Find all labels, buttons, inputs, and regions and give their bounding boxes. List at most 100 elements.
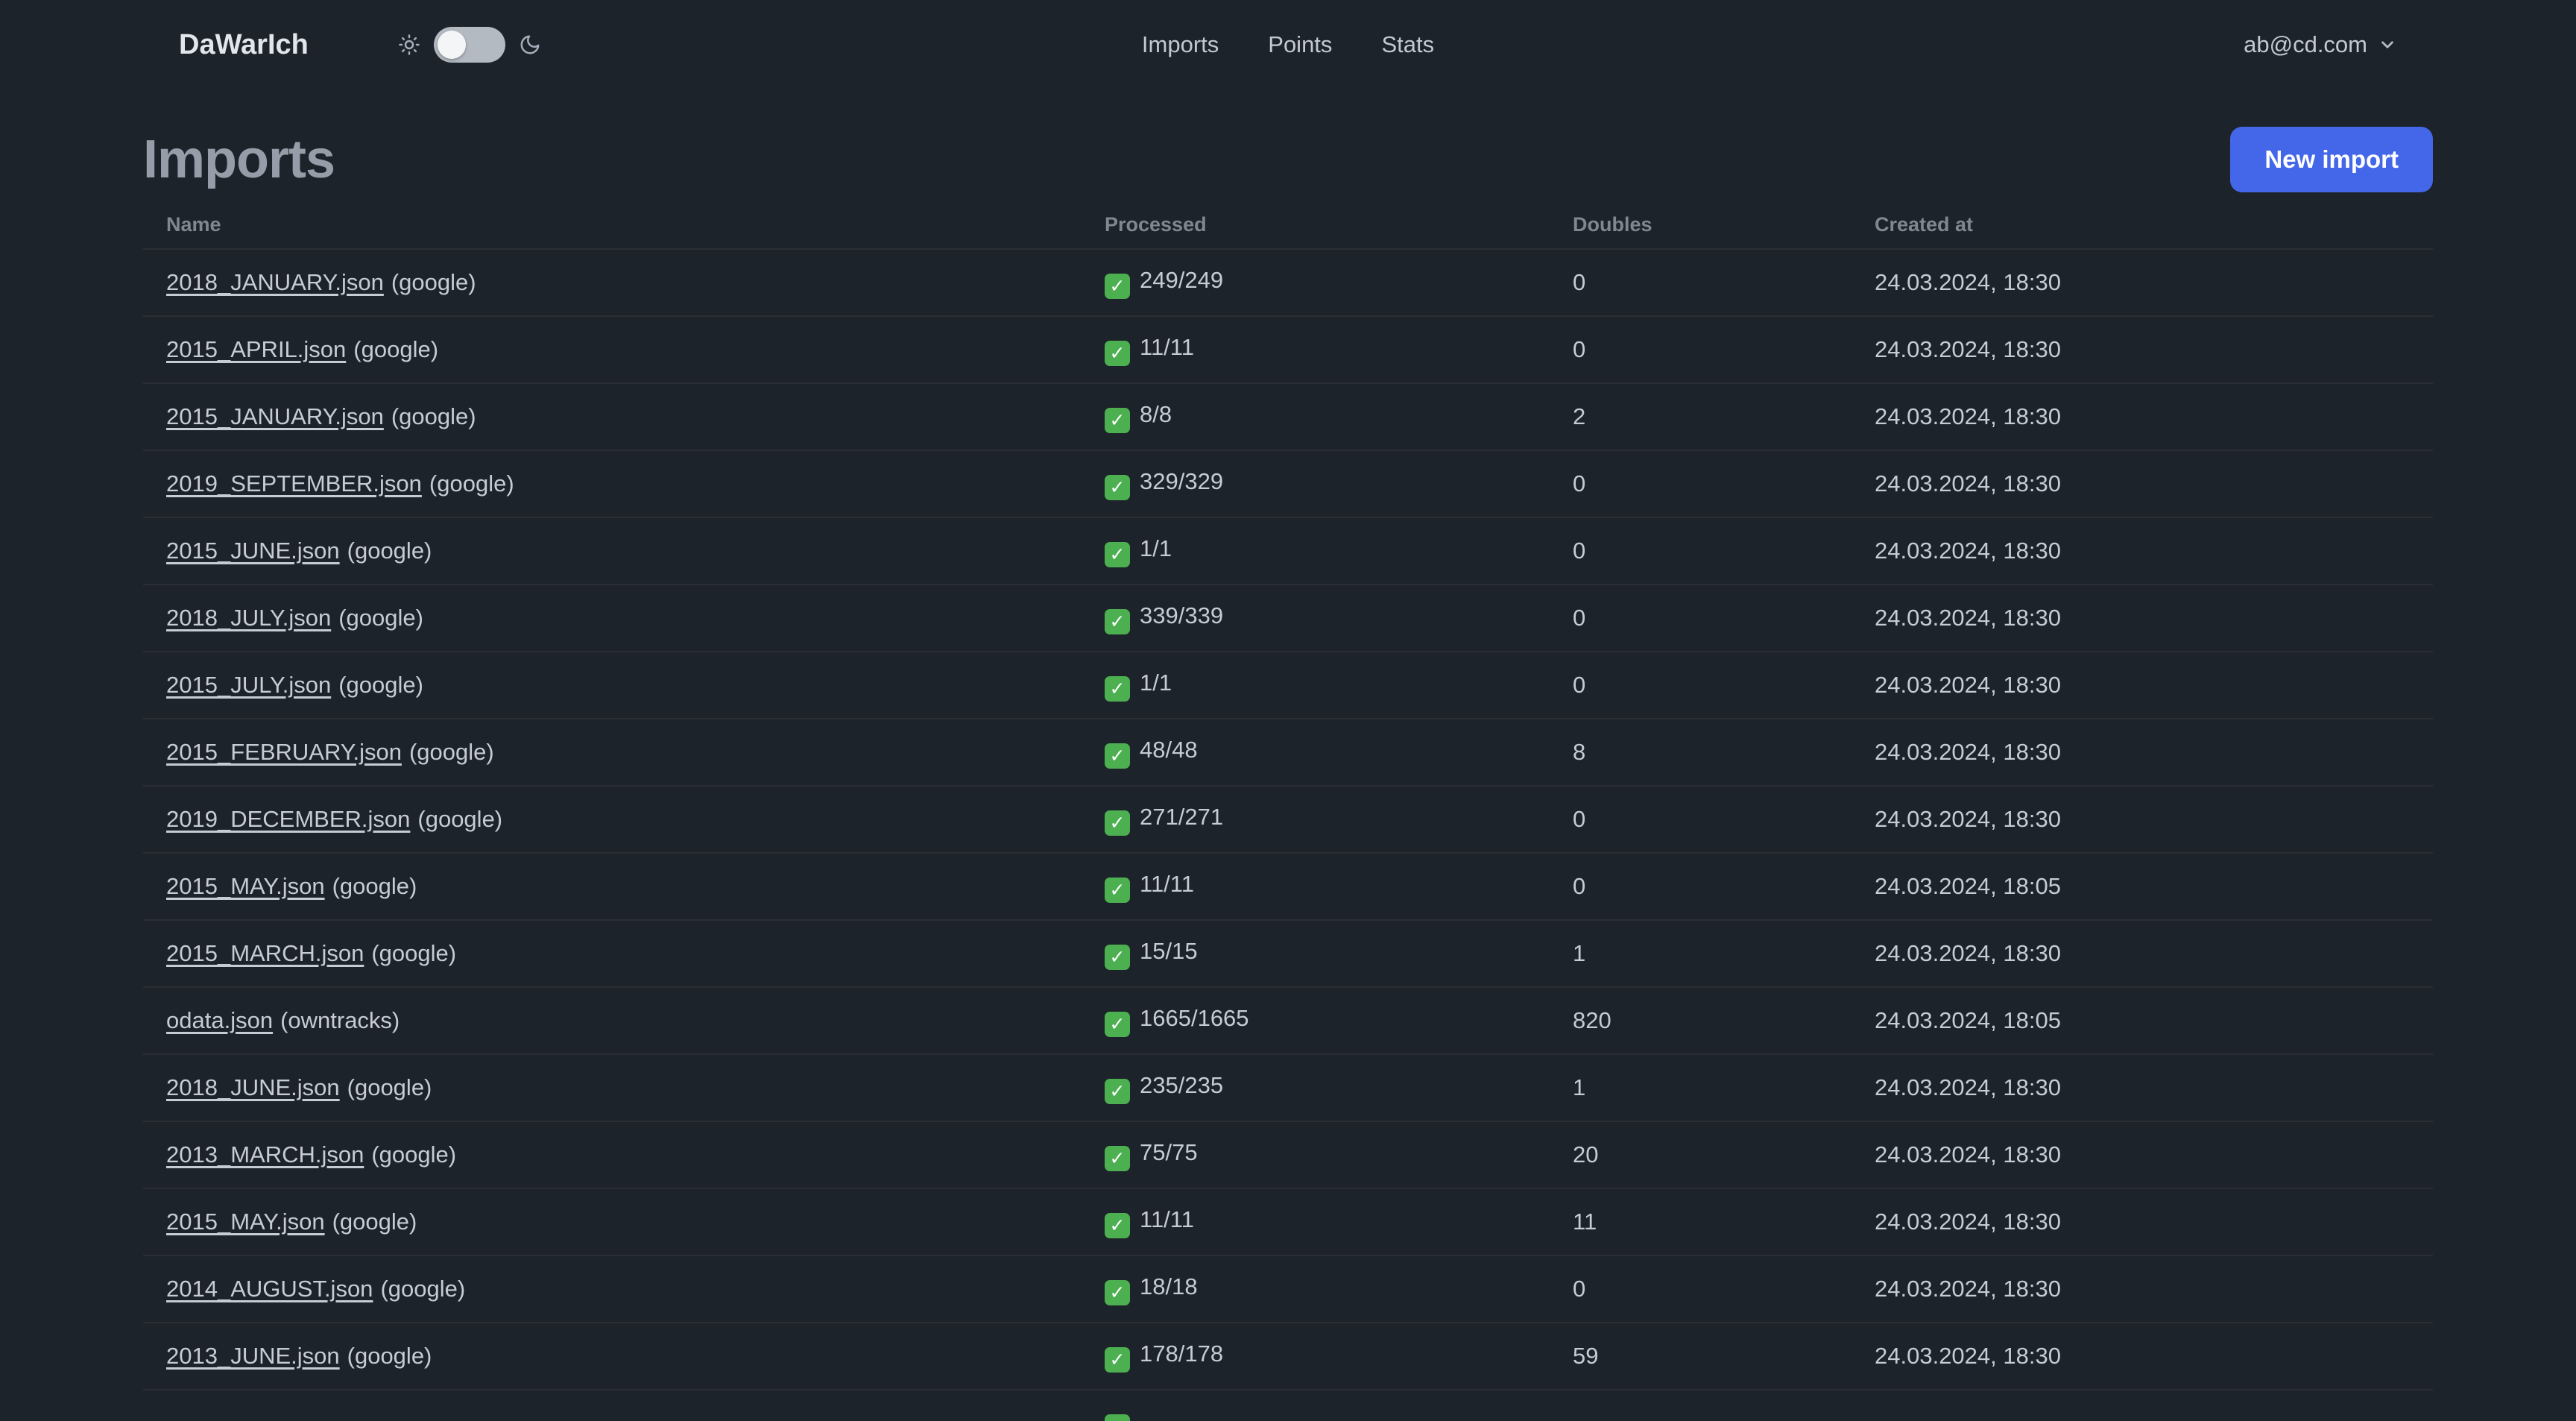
table-row: 2015_JUNE.json (google) ✓ 1/1 0 24.03.2024…: [143, 517, 2433, 585]
theme-switcher: [398, 27, 541, 63]
import-file-link[interactable]: 2018_JANUARY.json: [166, 269, 384, 295]
success-check-icon: ✓: [1105, 1011, 1130, 1037]
column-header-processed: Processed: [1105, 213, 1207, 236]
success-check-icon: ✓: [1105, 407, 1130, 433]
processed-count: 249/249: [1140, 266, 1224, 293]
doubles-count: 820: [1573, 1007, 1611, 1033]
top-navbar: DaWarIch Imports Points Stats ab@cd.com: [0, 0, 2576, 89]
name-cell: 2015_MARCH.json (google): [143, 920, 1082, 987]
doubles-cell: 20: [1550, 1121, 1852, 1188]
doubles-cell: 0: [1550, 652, 1852, 719]
processed-count: 11/11: [1140, 870, 1194, 897]
processed-count: 18/18: [1140, 1273, 1198, 1299]
processed-cell: ✓ 18/18: [1082, 1255, 1550, 1323]
doubles-count: 11: [1573, 1209, 1597, 1235]
table-row: 2018_JANUARY.json (google) ✓ 249/249 0 24.…: [143, 249, 2433, 316]
doubles-count: 0: [1573, 538, 1586, 564]
created-at-value: 24.03.2024, 18:30: [1875, 1276, 2061, 1302]
created-at-cell: 24.03.2024, 18:30: [1852, 316, 2433, 383]
import-source-label: (google): [347, 1074, 432, 1100]
import-file-link[interactable]: 2013_JUNE.json: [166, 1343, 340, 1369]
doubles-cell: 0: [1550, 517, 1852, 585]
column-header-doubles: Doubles: [1573, 213, 1652, 236]
import-source-label: (google): [417, 806, 503, 832]
created-at-value: 24.03.2024, 18:30: [1875, 672, 2061, 698]
import-file-link[interactable]: 2015_MAY.json: [166, 1209, 325, 1235]
success-check-icon: ✓: [1105, 1145, 1130, 1171]
doubles-count: 0: [1573, 873, 1586, 899]
page-header: Imports New import: [143, 127, 2433, 192]
success-check-icon: ✓: [1105, 474, 1130, 500]
name-cell: 2018_JULY.json (google): [143, 585, 1082, 652]
import-file-link[interactable]: 2018_JULY.json: [166, 605, 331, 631]
import-file-link[interactable]: 2013_MARCH.json: [166, 1141, 364, 1168]
doubles-count: 0: [1573, 605, 1586, 631]
doubles-count: 59: [1573, 1343, 1599, 1369]
created-at-cell: 24.03.2024, 18:30: [1852, 1255, 2433, 1323]
doubles-cell: 2: [1550, 383, 1852, 450]
success-check-icon: ✓: [1105, 675, 1130, 702]
theme-toggle[interactable]: [433, 27, 505, 63]
name-cell: odata.json (owntracks): [143, 987, 1082, 1054]
import-source-label: (owntracks): [280, 1007, 400, 1033]
import-file-link[interactable]: 2015_FEBRUARY.json: [166, 739, 402, 765]
column-header-created-at: Created at: [1875, 213, 1974, 236]
imports-table-body: 2018_JANUARY.json (google) ✓ 249/249 0 24.…: [143, 249, 2433, 1421]
name-cell: 2015_JUNE.json (google): [143, 517, 1082, 585]
import-source-label: (google): [338, 605, 423, 631]
import-file-link[interactable]: 2014_AUGUST.json: [166, 1276, 373, 1302]
name-cell: 2015_APRIL.json (google): [143, 316, 1082, 383]
success-check-icon: ✓: [1105, 541, 1130, 567]
created-at-cell: 24.03.2024, 18:05: [1852, 853, 2433, 920]
import-file-link[interactable]: odata.json: [166, 1007, 273, 1033]
table-row: 2015_JANUARY.json (google) ✓ 8/8 2 24.03.2…: [143, 383, 2433, 450]
import-file-link[interactable]: 2015_APRIL.json: [166, 336, 346, 362]
import-file-link[interactable]: 2015_JULY.json: [166, 672, 331, 698]
nav-link-points[interactable]: Points: [1268, 31, 1332, 58]
import-source-label: (google): [380, 1276, 466, 1302]
new-import-button[interactable]: New import: [2230, 127, 2433, 192]
processed-cell: ✓ 48/48: [1082, 719, 1550, 786]
import-file-link[interactable]: 2018_JUNE.json: [166, 1074, 340, 1100]
doubles-cell: 1: [1550, 1054, 1852, 1121]
nav-link-stats[interactable]: Stats: [1381, 31, 1434, 58]
name-cell: 2014_AUGUST.json (google): [143, 1255, 1082, 1323]
import-file-link[interactable]: 2015_MAY.json: [166, 873, 325, 899]
import-file-link[interactable]: 2019_DECEMBER.json: [166, 806, 410, 832]
doubles-count: 1: [1573, 940, 1586, 966]
name-cell: 2013_JUNE.json (google): [143, 1323, 1082, 1390]
processed-cell: ✓ 178/178: [1082, 1323, 1550, 1390]
name-cell: 2018_JUNE.json (google): [143, 1054, 1082, 1121]
created-at-value: 24.03.2024, 18:05: [1875, 873, 2061, 899]
user-menu-button[interactable]: ab@cd.com: [2244, 31, 2397, 58]
name-cell: 2015_FEBRUARY.json (google): [143, 719, 1082, 786]
created-at-cell: 24.03.2024, 18:30: [1852, 1188, 2433, 1255]
created-at-value: 24.03.2024, 18:30: [1875, 1074, 2061, 1100]
name-cell: 2019_SEPTEMBER.json (google): [143, 450, 1082, 517]
import-file-link[interactable]: 2015_JUNE.json: [166, 538, 340, 564]
doubles-cell: 11: [1550, 1188, 1852, 1255]
import-file-link[interactable]: 2019_SEPTEMBER.json: [166, 470, 422, 497]
name-cell: 2013_MARCH.json (google): [143, 1121, 1082, 1188]
table-header-row: Name Processed Doubles Created at: [143, 201, 2433, 249]
created-at-cell: 24.03.2024, 18:30: [1852, 719, 2433, 786]
nav-link-imports[interactable]: Imports: [1142, 31, 1219, 58]
created-at-cell: 24.03.2024, 18:30: [1852, 786, 2433, 853]
brand-logo[interactable]: DaWarIch: [179, 29, 309, 61]
main-content: Imports New import Name Processed Double…: [143, 127, 2433, 1421]
processed-cell: ✓ 11/11: [1082, 316, 1550, 383]
success-check-icon: ✓: [1105, 273, 1130, 299]
processed-count: 329/329: [1140, 467, 1224, 494]
doubles-count: 1: [1573, 1074, 1586, 1100]
processed-count: 178/178: [1140, 1340, 1224, 1367]
import-file-link[interactable]: 2015_JANUARY.json: [166, 403, 384, 429]
doubles-cell: 0: [1550, 585, 1852, 652]
import-file-link[interactable]: 2015_MARCH.json: [166, 940, 364, 966]
processed-count: 11/11: [1140, 1206, 1194, 1232]
created-at-value: 24.03.2024, 18:30: [1875, 470, 2061, 497]
import-source-label: (google): [371, 940, 457, 966]
table-row: 2018_JULY.json (google) ✓ 339/339 0 24.03.…: [143, 585, 2433, 652]
doubles-cell: 0: [1550, 853, 1852, 920]
created-at-cell: 24.03.2024, 18:30: [1852, 1121, 2433, 1188]
doubles-cell: 59: [1550, 1323, 1852, 1390]
